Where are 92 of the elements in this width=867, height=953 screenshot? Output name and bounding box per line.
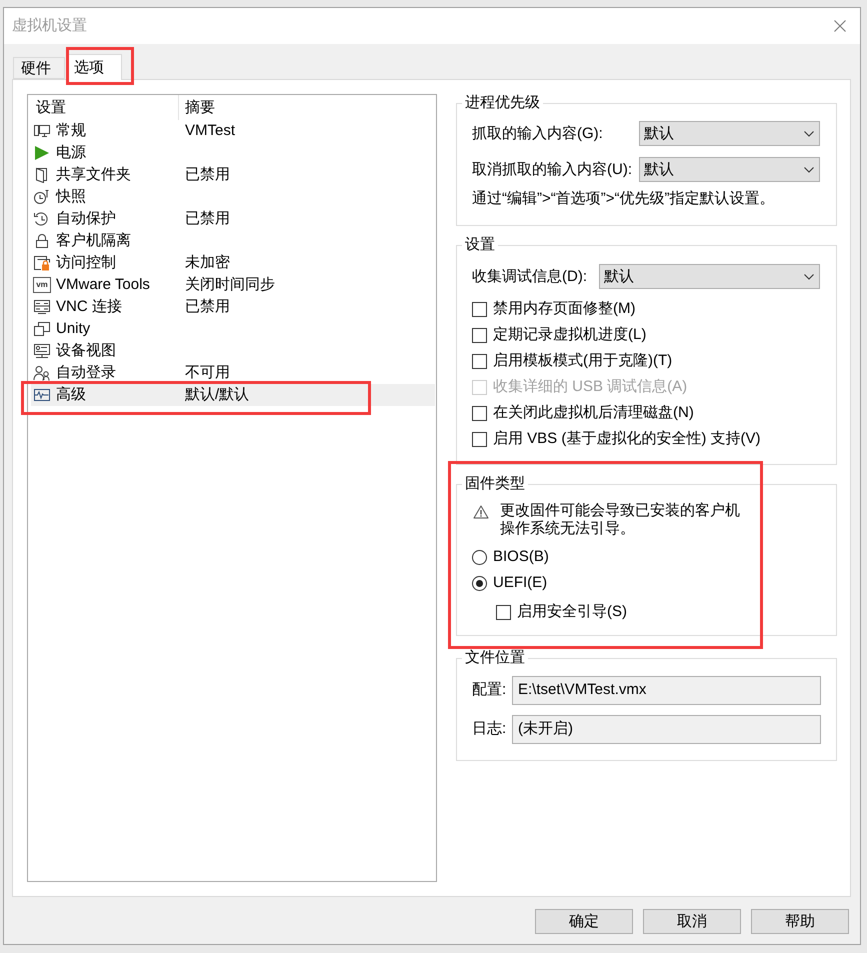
- chevron-down-icon: [804, 130, 814, 136]
- setting-name: 访问控制: [56, 253, 116, 273]
- window-lock-icon: [33, 255, 51, 271]
- setting-summary: 不可用: [185, 363, 230, 383]
- list-row[interactable]: 自动登录 不可用: [31, 362, 435, 384]
- setting-name: 客户机隔离: [56, 231, 131, 251]
- dropdown[interactable]: 默认: [639, 121, 820, 146]
- close-button[interactable]: [834, 20, 846, 32]
- screen-lines-icon: [33, 299, 51, 315]
- setting-summary: VMTest: [185, 121, 236, 141]
- setting-summary: 已禁用: [185, 209, 230, 229]
- list-row[interactable]: 快照: [31, 186, 435, 208]
- dropdown[interactable]: 默认: [639, 157, 820, 182]
- users-icon: [33, 365, 51, 381]
- field-label: 日志:: [472, 719, 508, 739]
- checkbox-label: 在关闭此虚拟机后清理磁盘(N): [493, 403, 694, 423]
- setting-name: VNC 连接: [56, 297, 122, 317]
- hint-text: 通过“编辑”>“首选项”>“优先级”指定默认设置。: [472, 189, 776, 209]
- play-icon: [33, 145, 51, 161]
- group-title: 固件类型: [464, 475, 526, 493]
- setting-name: 自动保护: [56, 209, 116, 229]
- list-row[interactable]: 共享文件夹 已禁用: [31, 164, 435, 186]
- list-row[interactable]: 设备视图: [31, 340, 435, 362]
- list-row[interactable]: 常规 VMTest: [31, 120, 435, 142]
- checkbox[interactable]: [472, 354, 487, 368]
- checkbox-label: 启用模板模式(用于克隆)(T): [493, 351, 672, 371]
- logo: vm: [33, 277, 51, 293]
- group-title: 进程优先级: [464, 94, 541, 112]
- warning-icon: [473, 505, 489, 519]
- checkbox[interactable]: [472, 432, 487, 446]
- warning-text: 更改固件可能会导致已安装的客户机操作系统无法引导。: [500, 502, 741, 538]
- text-field[interactable]: E:\tset\VMTest.vmx: [512, 676, 821, 705]
- close-icon: [834, 20, 846, 32]
- checkbox[interactable]: [472, 302, 487, 316]
- radio-button[interactable]: [472, 576, 487, 590]
- radio-label: BIOS(B): [493, 547, 549, 567]
- setting-name: 高级: [56, 385, 86, 405]
- dialog-button[interactable]: 帮助: [751, 909, 849, 934]
- lock-icon: [33, 233, 51, 249]
- field-label: 收集调试信息(D):: [472, 266, 588, 286]
- window-title: 虚拟机设置: [12, 16, 87, 36]
- group-title: 设置: [464, 236, 496, 254]
- field-label: 取消抓取的输入内容(U):: [472, 160, 633, 180]
- dialog-button[interactable]: 确定: [535, 909, 633, 934]
- setting-name: 快照: [56, 187, 86, 207]
- clock-icon: [33, 189, 51, 205]
- radio-button[interactable]: [472, 550, 487, 564]
- chevron-down-icon: [804, 274, 814, 280]
- setting-name: VMware Tools: [56, 275, 150, 295]
- setting-name: 常规: [56, 121, 86, 141]
- column-header: 摘要: [184, 98, 216, 118]
- checkbox-label: 启用 VBS (基于虚拟化的安全性) 支持(V): [493, 429, 761, 449]
- setting-summary: 未加密: [185, 253, 230, 273]
- tab[interactable]: 硬件: [13, 57, 65, 79]
- setting-summary: 关闭时间同步: [185, 275, 275, 295]
- text-field[interactable]: (未开启): [512, 715, 821, 744]
- tab[interactable]: 选项: [66, 54, 122, 80]
- setting-name: 设备视图: [56, 341, 116, 361]
- list-row[interactable]: Unity: [31, 318, 435, 340]
- list-row[interactable]: vm VMware Tools 关闭时间同步: [31, 274, 435, 296]
- list-row[interactable]: 访问控制 未加密: [31, 252, 435, 274]
- checkbox-label: 启用安全引导(S): [517, 602, 627, 622]
- column-header: 设置: [28, 95, 179, 120]
- setting-summary: 已禁用: [185, 297, 230, 317]
- list-row[interactable]: 电源: [31, 142, 435, 164]
- group-title: 文件位置: [464, 649, 526, 667]
- checkbox[interactable]: [472, 406, 487, 420]
- setting-name: 共享文件夹: [56, 165, 131, 185]
- checkbox-label: 收集详细的 USB 调试信息(A): [493, 377, 688, 397]
- list-row[interactable]: 客户机隔离: [31, 230, 435, 252]
- dialog-button[interactable]: 取消: [643, 909, 741, 934]
- field-label: 抓取的输入内容(G):: [472, 124, 604, 144]
- checkbox-label: 禁用内存页面修整(M): [493, 299, 636, 319]
- dropdown[interactable]: 默认: [599, 264, 820, 289]
- setting-summary: 默认/默认: [185, 385, 250, 405]
- setting-name: 电源: [56, 143, 86, 163]
- list-row[interactable]: 高级 默认/默认: [31, 384, 435, 406]
- setting-summary: 已禁用: [185, 165, 230, 185]
- chevron-down-icon: [804, 166, 814, 172]
- display-icon: [33, 343, 51, 359]
- list-row[interactable]: 自动保护 已禁用: [31, 208, 435, 230]
- radio-label: UEFI(E): [493, 573, 548, 593]
- checkbox[interactable]: [496, 604, 511, 620]
- field-label: 配置:: [472, 680, 508, 700]
- list-row[interactable]: VNC 连接 已禁用: [31, 296, 435, 318]
- setting-name: 自动登录: [56, 363, 116, 383]
- checkbox[interactable]: [472, 328, 487, 342]
- pulse-icon: [33, 387, 51, 403]
- windows-icon: [33, 321, 51, 337]
- setting-name: Unity: [56, 319, 90, 339]
- computer-icon: [33, 123, 51, 139]
- checkbox-label: 定期记录虚拟机进度(L): [493, 325, 646, 345]
